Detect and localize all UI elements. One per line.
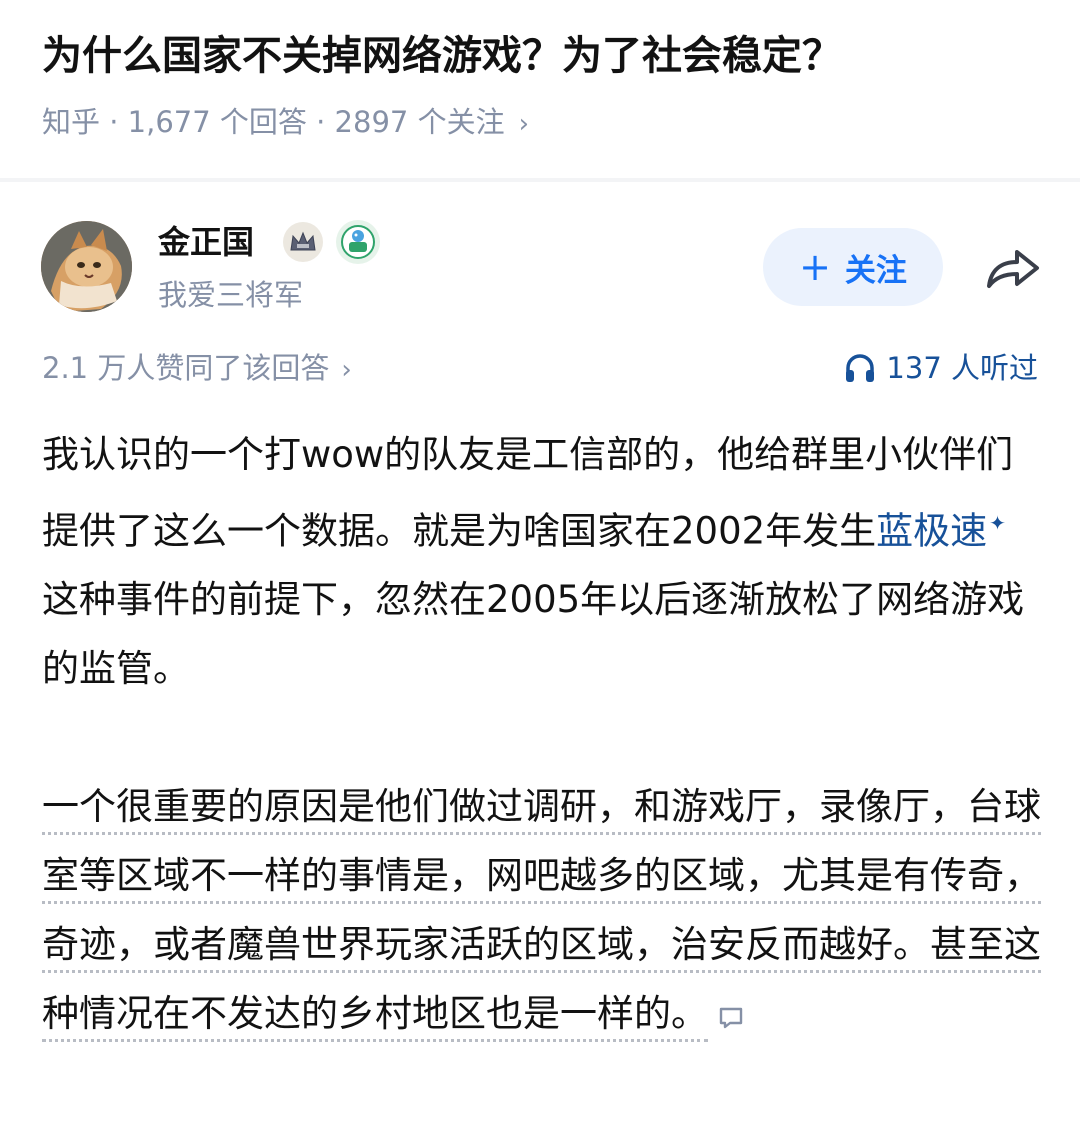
comment-icon[interactable]	[718, 1006, 744, 1030]
listen-count[interactable]: 137 人听过	[844, 346, 1038, 390]
upvote-count[interactable]: 2.1 万人赞同了该回答 ›	[42, 346, 352, 392]
sparkle-icon: ✦	[989, 511, 1006, 535]
plus-icon: +	[799, 245, 831, 289]
answer-content: 我认识的一个打wow的队友是工信部的，他给群里小伙伴们提供了这么一个数据。就是为…	[42, 420, 1042, 1048]
keyword-link[interactable]: 蓝极速	[876, 509, 987, 552]
bubble-badge-icon[interactable]	[336, 220, 380, 264]
divider	[0, 178, 1080, 182]
answer-paragraph-2[interactable]: 一个很重要的原因是他们做过调研，和游戏厅，录像厅，台球室等区域不一样的事情是，网…	[42, 772, 1042, 1048]
author-bio: 我爱三将军	[158, 278, 304, 312]
question-title[interactable]: 为什么国家不关掉网络游戏？为了社会稳定？	[42, 28, 1050, 84]
chevron-right-icon: ›	[518, 109, 529, 139]
cat-avatar-image	[41, 221, 132, 312]
author-name[interactable]: 金正国	[158, 218, 254, 266]
chevron-right-icon: ›	[341, 355, 352, 385]
follow-button[interactable]: + 关注	[763, 228, 943, 306]
avatar[interactable]	[41, 221, 132, 312]
highlighted-text[interactable]: 一个很重要的原因是他们做过调研，和游戏厅，录像厅，台球室等区域不一样的事情是，网…	[42, 785, 1041, 1043]
headphones-icon	[846, 354, 875, 382]
upvote-text: 2.1 万人赞同了该回答	[42, 351, 330, 385]
crown-badge-icon[interactable]	[283, 222, 323, 262]
listen-text: 137 人听过	[886, 351, 1038, 385]
answer-paragraph-1: 我认识的一个打wow的队友是工信部的，他给群里小伙伴们提供了这么一个数据。就是为…	[42, 433, 1025, 691]
question-meta-text: 知乎 · 1,677 个回答 · 2897 个关注	[42, 105, 505, 139]
share-icon[interactable]	[983, 244, 1041, 292]
question-meta[interactable]: 知乎 · 1,677 个回答 · 2897 个关注 ›	[42, 100, 529, 146]
follow-label: 关注	[844, 252, 907, 289]
